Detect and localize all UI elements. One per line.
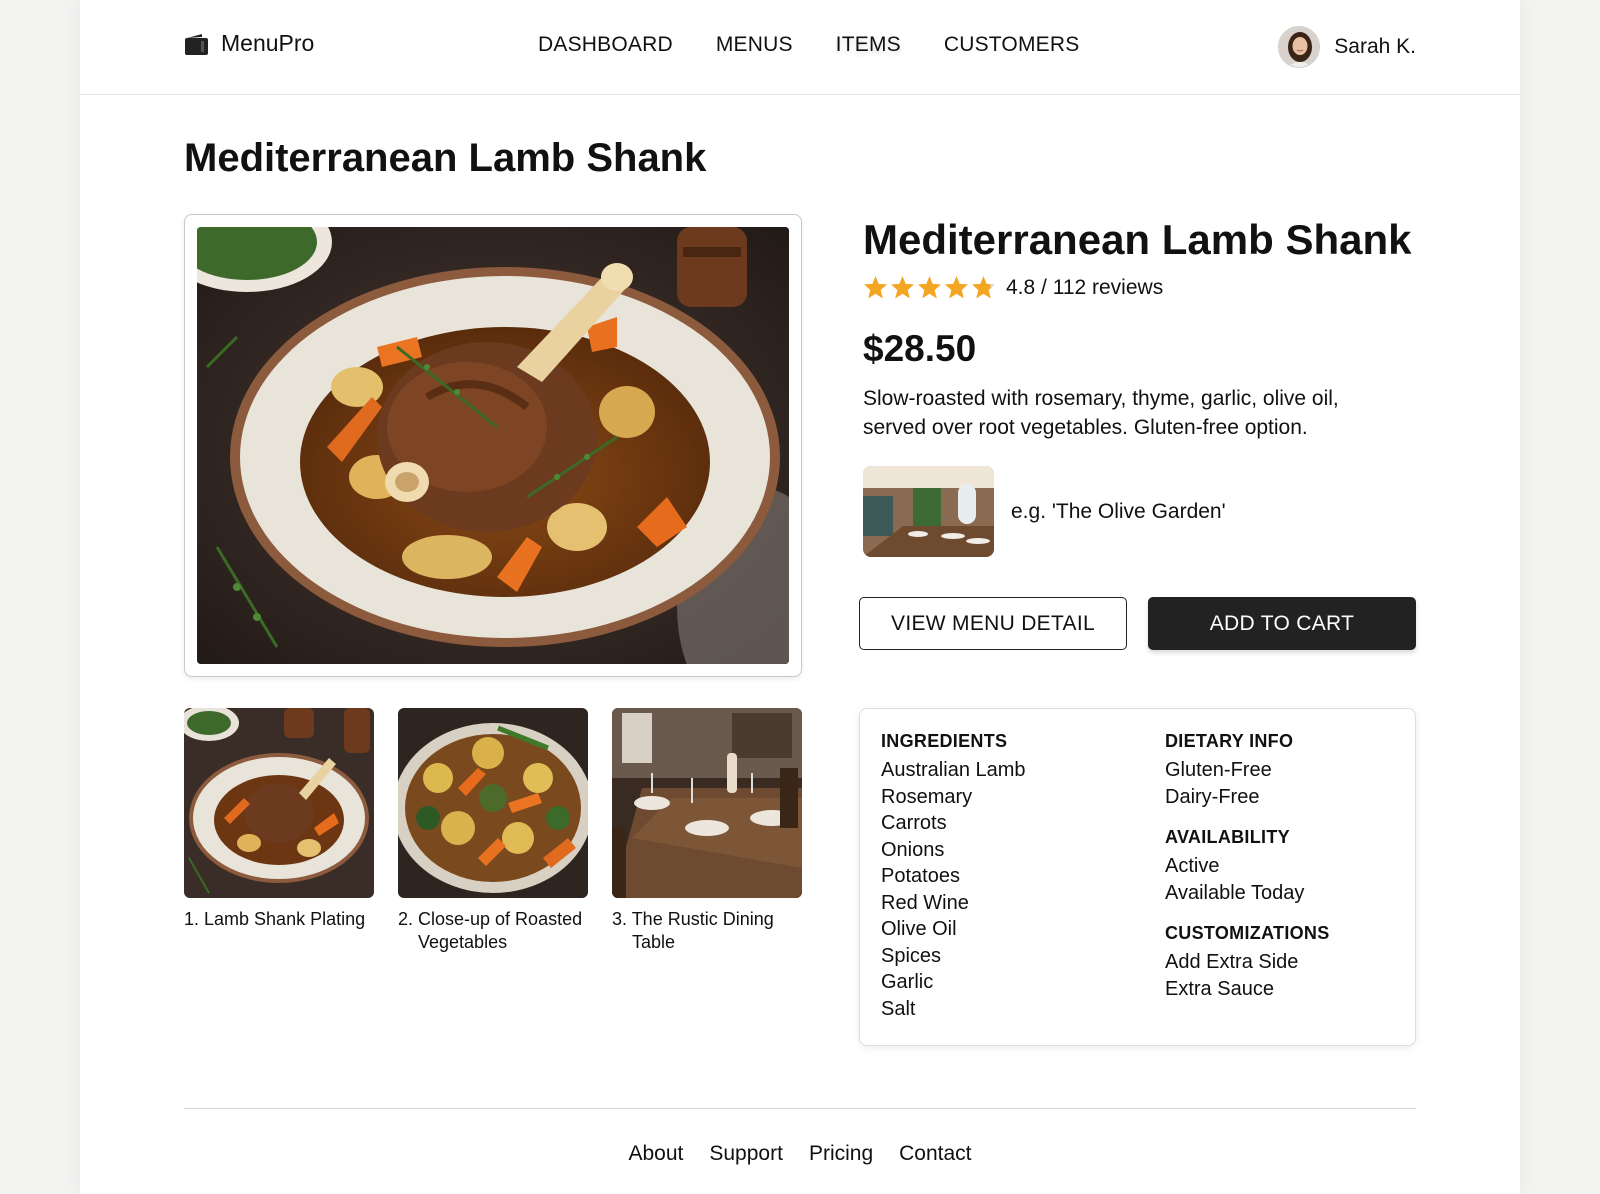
main-nav: DASHBOARD MENUS ITEMS CUSTOMERS xyxy=(538,33,1079,57)
ingredient-item: Spices xyxy=(881,944,942,967)
brand[interactable]: MenuPro xyxy=(184,30,314,57)
rating[interactable]: 4.8 / 112 reviews xyxy=(863,275,1163,300)
page-title: Mediterranean Lamb Shank xyxy=(184,136,707,180)
ingredient-item: Carrots xyxy=(881,812,947,834)
thumb-dining-table-image[interactable] xyxy=(612,708,802,898)
ingredient-item: Olive Oil xyxy=(881,918,957,940)
star-icon xyxy=(891,276,914,299)
availability-section: AVAILABILITY Active Available Today xyxy=(1165,827,1330,906)
ingredient-item: Garlic xyxy=(881,971,934,993)
footer-link-pricing[interactable]: Pricing xyxy=(809,1142,873,1166)
item-description: Slow-roasted with rosemary, thyme, garli… xyxy=(863,387,1339,439)
footer-links: About Support Pricing Contact xyxy=(80,1142,1520,1166)
ingredient-item: Onions xyxy=(881,838,945,861)
restaurant-info[interactable]: e.g. 'The Olive Garden' xyxy=(863,466,1226,557)
customizations-heading: CUSTOMIZATIONS xyxy=(1165,923,1330,943)
dietary-item: Gluten-Free xyxy=(1165,759,1272,781)
thumb-lamb-plating-image[interactable] xyxy=(184,708,374,898)
image-gallery: 1. Lamb Shank Plating 2. Close-up of Roa… xyxy=(184,708,802,954)
dietary-section: DIETARY INFO Gluten-Free Dairy-Free xyxy=(1165,731,1330,810)
star-rating xyxy=(863,275,996,300)
nav-dashboard[interactable]: DASHBOARD xyxy=(538,33,673,57)
gallery-caption: 2. Close-up of Roasted Vegetables xyxy=(398,909,583,952)
info-right-column: DIETARY INFO Gluten-Free Dairy-Free AVAI… xyxy=(1165,731,1330,1019)
item-price: $28.50 xyxy=(863,328,977,369)
ingredient-item: Rosemary xyxy=(881,785,973,808)
avatar[interactable] xyxy=(1278,26,1321,68)
item-info-card: INGREDIENTS Australian Lamb Rosemary Car… xyxy=(859,708,1416,1046)
customization-item: Add Extra Side xyxy=(1165,951,1299,973)
gallery-item[interactable]: 3. The Rustic Dining Table xyxy=(612,708,802,954)
brand-name: MenuPro xyxy=(221,30,315,56)
ingredients-section: INGREDIENTS Australian Lamb Rosemary Car… xyxy=(881,731,1026,1022)
gallery-item[interactable]: 2. Close-up of Roasted Vegetables xyxy=(398,708,588,954)
restaurant-name: e.g. 'The Olive Garden' xyxy=(1011,499,1226,523)
ingredient-item: Salt xyxy=(881,997,916,1020)
customizations-section: CUSTOMIZATIONS Add Extra Side Extra Sauc… xyxy=(1165,923,1330,1002)
footer-link-about[interactable]: About xyxy=(628,1142,683,1166)
add-to-cart-button[interactable]: ADD TO CART xyxy=(1148,597,1416,650)
dietary-heading: DIETARY INFO xyxy=(1165,731,1294,751)
star-icon xyxy=(945,276,968,299)
menu-book-icon xyxy=(184,31,209,56)
top-navigation-bar: MenuPro DASHBOARD MENUS ITEMS CUSTOMERS … xyxy=(80,0,1520,95)
ingredient-item: Red Wine xyxy=(881,891,969,914)
thumb-roasted-vegetables-image[interactable] xyxy=(398,708,588,898)
restaurant-image[interactable] xyxy=(863,466,994,557)
gallery-caption: 3. The Rustic Dining Table xyxy=(612,909,774,952)
gallery-item[interactable]: 1. Lamb Shank Plating xyxy=(184,708,374,954)
availability-item: Active xyxy=(1165,855,1220,877)
footer-link-contact[interactable]: Contact xyxy=(899,1142,971,1166)
user-name: Sarah K. xyxy=(1334,35,1416,58)
nav-items[interactable]: ITEMS xyxy=(836,33,901,57)
availability-item: Available Today xyxy=(1165,881,1305,904)
user-menu[interactable]: Sarah K. xyxy=(1278,26,1416,68)
ingredient-item: Australian Lamb xyxy=(881,759,1026,781)
item-title: Mediterranean Lamb Shank xyxy=(863,216,1412,263)
main-image-frame xyxy=(184,214,802,677)
ingredients-heading: INGREDIENTS xyxy=(881,731,1008,751)
main-dish-image[interactable] xyxy=(197,227,789,664)
page: MenuPro DASHBOARD MENUS ITEMS CUSTOMERS … xyxy=(80,0,1520,1194)
rating-text: 4.8 / 112 reviews xyxy=(1006,275,1164,299)
customization-item: Extra Sauce xyxy=(1165,977,1274,1000)
gallery-caption: 1. Lamb Shank Plating xyxy=(184,909,366,929)
star-icon xyxy=(864,276,887,299)
dietary-item: Dairy-Free xyxy=(1165,785,1260,808)
star-icon xyxy=(918,276,941,299)
nav-customers[interactable]: CUSTOMERS xyxy=(944,33,1080,57)
availability-heading: AVAILABILITY xyxy=(1165,827,1290,847)
star-icon xyxy=(972,276,995,299)
nav-menus[interactable]: MENUS xyxy=(716,33,793,57)
footer-link-support[interactable]: Support xyxy=(709,1142,783,1166)
footer-divider xyxy=(184,1108,1416,1109)
view-menu-detail-button[interactable]: VIEW MENU DETAIL xyxy=(859,597,1127,650)
ingredient-item: Potatoes xyxy=(881,865,960,887)
